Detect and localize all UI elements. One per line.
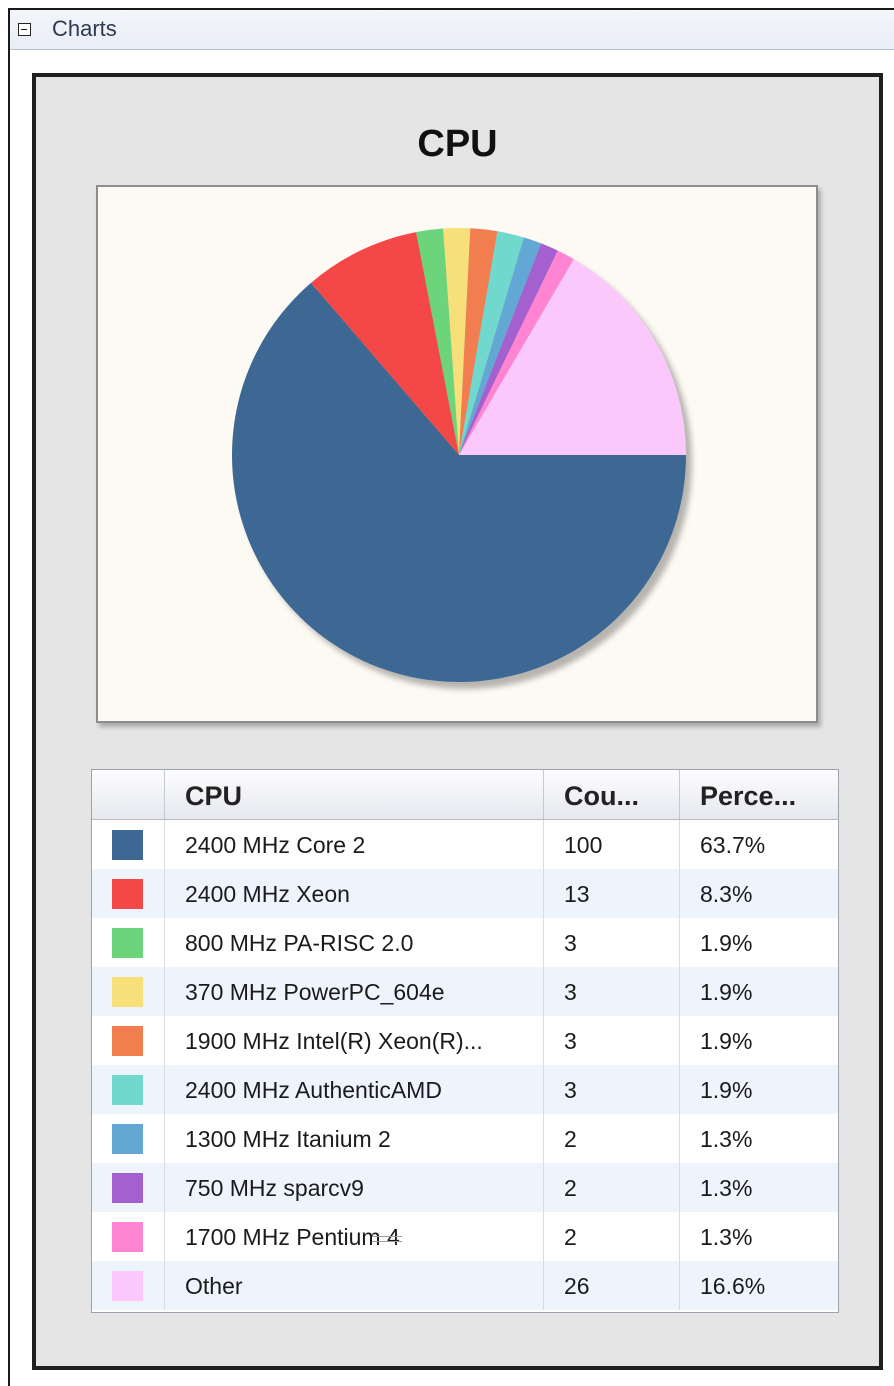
pie-chart bbox=[231, 227, 692, 689]
percent-cell: 1.3% bbox=[679, 1114, 838, 1163]
color-swatch-icon bbox=[112, 977, 143, 1007]
count-cell: 3 bbox=[543, 1065, 679, 1114]
color-swatch-icon bbox=[112, 1271, 143, 1301]
color-swatch-icon bbox=[112, 1026, 143, 1056]
percent-cell: 8.3% bbox=[679, 869, 838, 918]
color-swatch-icon bbox=[112, 1222, 143, 1252]
swatch-cell bbox=[92, 967, 164, 1016]
count-cell: 2 bbox=[543, 1163, 679, 1212]
swatch-cell bbox=[92, 1114, 164, 1163]
table-row[interactable]: 1300 MHz Itanium 2 2 1.3% bbox=[92, 1114, 838, 1163]
percent-cell: 63.7% bbox=[679, 820, 838, 869]
section-title: Charts bbox=[52, 16, 117, 41]
cpu-name-cell: 370 MHz PowerPC_604e bbox=[164, 967, 543, 1016]
chart-panel: CPU CPU Cou... Perce... 2400 MHz Core 21… bbox=[32, 73, 883, 1370]
percent-cell: 16.6% bbox=[679, 1261, 838, 1310]
table-row[interactable]: 2400 MHz Xeon 13 8.3% bbox=[92, 869, 838, 918]
color-swatch-icon bbox=[112, 1075, 143, 1105]
table-row[interactable]: Other 26 16.6% bbox=[92, 1261, 838, 1310]
percent-cell: 1.9% bbox=[679, 1065, 838, 1114]
table-row[interactable]: 800 MHz PA-RISC 2.0 3 1.9% bbox=[92, 918, 838, 967]
swatch-cell bbox=[92, 869, 164, 918]
cpu-name-cell: 1300 MHz Itanium 2 bbox=[164, 1114, 543, 1163]
table-row[interactable]: 1700 MHz Pentium 4 2 1.3% bbox=[92, 1212, 838, 1261]
collapse-minus-icon[interactable] bbox=[18, 23, 31, 36]
percent-cell: 1.9% bbox=[679, 967, 838, 1016]
count-cell: 3 bbox=[543, 1016, 679, 1065]
swatch-cell bbox=[92, 1261, 164, 1310]
header-count[interactable]: Cou... bbox=[543, 770, 679, 819]
resize-grip-icon[interactable] bbox=[372, 1236, 402, 1242]
count-cell: 100 bbox=[543, 820, 679, 869]
swatch-cell bbox=[92, 820, 164, 869]
percent-cell: 1.3% bbox=[679, 1212, 838, 1261]
swatch-cell bbox=[92, 1212, 164, 1261]
count-cell: 3 bbox=[543, 967, 679, 1016]
count-cell: 2 bbox=[543, 1212, 679, 1261]
count-cell: 2 bbox=[543, 1114, 679, 1163]
table-row[interactable]: 2400 MHz Core 2 100 63.7% bbox=[92, 820, 838, 869]
pie-plot-area bbox=[96, 185, 818, 723]
table-row[interactable]: 1900 MHz Intel(R) Xeon(R)... 3 1.9% bbox=[92, 1016, 838, 1065]
color-swatch-icon bbox=[112, 1124, 143, 1154]
color-swatch-icon bbox=[112, 830, 143, 860]
chart-title: CPU bbox=[417, 123, 498, 165]
color-swatch-icon bbox=[112, 1173, 143, 1203]
count-cell: 3 bbox=[543, 918, 679, 967]
cpu-name-cell: 1900 MHz Intel(R) Xeon(R)... bbox=[164, 1016, 543, 1065]
cpu-name-cell: 800 MHz PA-RISC 2.0 bbox=[164, 918, 543, 967]
header-swatch bbox=[92, 770, 164, 819]
table-row[interactable]: 2400 MHz AuthenticAMD 3 1.9% bbox=[92, 1065, 838, 1114]
color-swatch-icon bbox=[112, 928, 143, 958]
swatch-cell bbox=[92, 1163, 164, 1212]
header-cpu[interactable]: CPU bbox=[164, 770, 543, 819]
swatch-cell bbox=[92, 1065, 164, 1114]
cpu-name-cell: 2400 MHz Xeon bbox=[164, 869, 543, 918]
count-cell: 26 bbox=[543, 1261, 679, 1310]
table-header: CPU Cou... Perce... bbox=[92, 770, 838, 820]
swatch-cell bbox=[92, 918, 164, 967]
percent-cell: 1.3% bbox=[679, 1163, 838, 1212]
percent-cell: 1.9% bbox=[679, 918, 838, 967]
swatch-cell bbox=[92, 1016, 164, 1065]
cpu-name-cell: 2400 MHz Core 2 bbox=[164, 820, 543, 869]
cpu-name-cell: Other bbox=[164, 1261, 543, 1310]
cpu-name-cell: 1700 MHz Pentium 4 bbox=[164, 1212, 543, 1261]
table-row[interactable]: 750 MHz sparcv9 2 1.3% bbox=[92, 1163, 838, 1212]
cpu-data-table[interactable]: CPU Cou... Perce... 2400 MHz Core 2 100 63… bbox=[91, 769, 839, 1313]
table-row[interactable]: 370 MHz PowerPC_604e 3 1.9% bbox=[92, 967, 838, 1016]
count-cell: 13 bbox=[543, 869, 679, 918]
percent-cell: 1.9% bbox=[679, 1016, 838, 1065]
cpu-name-cell: 2400 MHz AuthenticAMD bbox=[164, 1065, 543, 1114]
cpu-name-cell: 750 MHz sparcv9 bbox=[164, 1163, 543, 1212]
header-percent[interactable]: Perce... bbox=[679, 770, 838, 819]
charts-section-header[interactable]: Charts bbox=[10, 10, 894, 50]
color-swatch-icon bbox=[112, 879, 143, 909]
